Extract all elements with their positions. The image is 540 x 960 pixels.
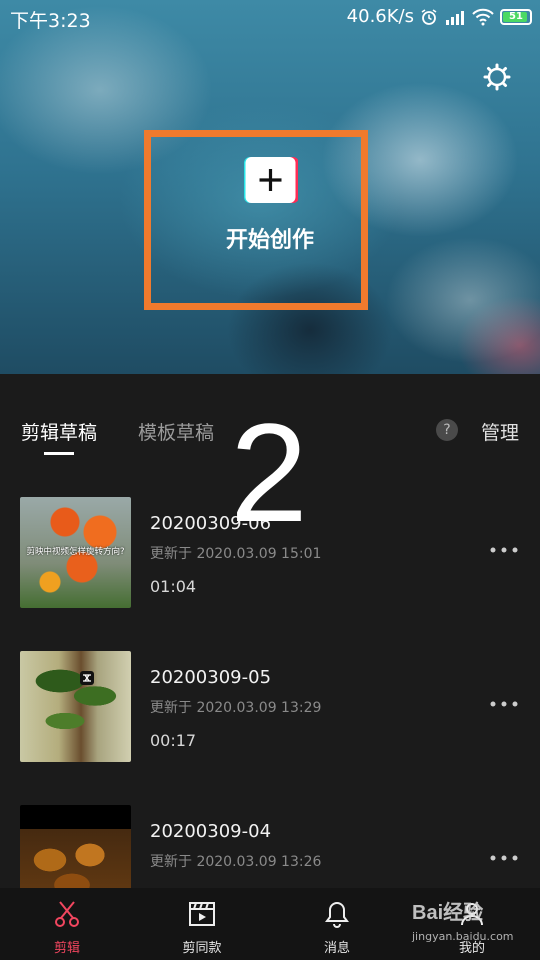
more-icon[interactable] xyxy=(490,855,518,861)
step-number-annotation: 2 xyxy=(230,394,308,551)
draft-thumbnail xyxy=(20,651,131,762)
scissors-icon xyxy=(55,901,79,927)
help-icon[interactable]: ? xyxy=(436,419,458,441)
network-speed: 40.6K/s xyxy=(346,6,414,27)
draft-updated: 更新于 2020.03.09 13:26 xyxy=(150,854,322,870)
nav-item-edit[interactable]: 剪辑 xyxy=(17,888,117,960)
battery-icon: 51 xyxy=(500,8,532,25)
hero-banner: 下午3:23 40.6K/s 51 开始创作 xyxy=(0,0,540,374)
tab-template-drafts[interactable]: 模板草稿 xyxy=(138,418,214,445)
draft-thumbnail: 剪映中视频怎样旋转方向? xyxy=(20,497,131,608)
status-icons: 40.6K/s 51 xyxy=(347,6,532,27)
draft-item[interactable]: 20200309-05 更新于 2020.03.09 13:29 00:17 xyxy=(0,651,540,763)
nav-label: 剪同款 xyxy=(182,941,222,956)
nav-label: 剪辑 xyxy=(53,941,80,956)
capcut-logo-icon xyxy=(80,671,94,685)
alarm-icon xyxy=(421,8,437,25)
watermark-text: Bai经验 xyxy=(412,902,484,924)
manage-button[interactable]: 管理 xyxy=(481,418,519,445)
battery-level: 51 xyxy=(509,11,523,22)
watermark: Bai经验 jingyan.baidu.com xyxy=(412,896,532,948)
draft-updated: 更新于 2020.03.09 13:29 xyxy=(150,700,322,716)
more-icon[interactable] xyxy=(490,701,518,707)
draft-duration: 00:17 xyxy=(150,731,197,750)
status-bar: 下午3:23 40.6K/s 51 xyxy=(0,0,540,34)
plus-icon[interactable] xyxy=(242,157,298,205)
clapperboard-icon xyxy=(189,902,215,926)
settings-icon[interactable] xyxy=(483,63,511,91)
more-icon[interactable] xyxy=(490,547,518,553)
status-time: 下午3:23 xyxy=(10,10,91,32)
draft-duration: 01:04 xyxy=(150,577,197,596)
nav-item-templates[interactable]: 剪同款 xyxy=(152,888,252,960)
nav-label: 消息 xyxy=(323,941,350,956)
create-button-label[interactable]: 开始创作 xyxy=(190,222,350,254)
tab-underline xyxy=(44,452,74,455)
tab-edit-drafts[interactable]: 剪辑草稿 xyxy=(21,418,97,445)
nav-item-messages[interactable]: 消息 xyxy=(287,888,387,960)
signal-icon xyxy=(446,10,464,25)
thumbnail-caption: 剪映中视频怎样旋转方向? xyxy=(26,547,125,557)
watermark-url: jingyan.baidu.com xyxy=(412,930,514,943)
draft-title: 20200309-05 xyxy=(150,667,272,688)
draft-title: 20200309-04 xyxy=(150,821,272,842)
bell-icon xyxy=(325,901,349,928)
wifi-icon xyxy=(472,8,494,25)
